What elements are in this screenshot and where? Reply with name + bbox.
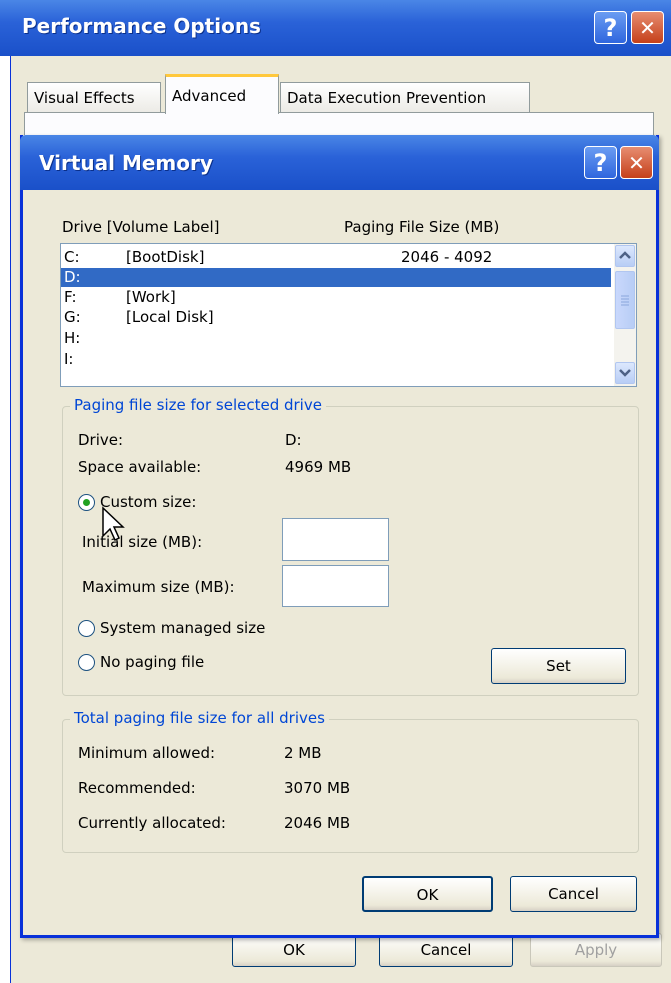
vm-title: Virtual Memory — [39, 151, 213, 175]
no-paging-file-radio[interactable] — [78, 654, 95, 671]
perf-ok-button[interactable]: OK — [232, 933, 356, 967]
drive-list[interactable]: C: [BootDisk] 2046 - 4092 D: F: [Work] G… — [60, 243, 637, 387]
selected-drive-group-legend: Paging file size for selected drive — [70, 396, 326, 414]
scroll-down-button[interactable] — [615, 362, 635, 384]
tab-data-execution-prevention[interactable]: Data Execution Prevention — [280, 82, 530, 112]
list-header-drive: Drive [Volume Label] — [62, 218, 220, 236]
perf-close-button[interactable]: ✕ — [631, 11, 664, 44]
vm-close-button[interactable]: ✕ — [620, 146, 653, 179]
drive-list-row[interactable]: G: [Local Disk] — [61, 308, 611, 327]
grip-icon — [621, 295, 629, 306]
scroll-thumb[interactable] — [615, 271, 635, 329]
minimum-allowed-value: 2 MB — [284, 744, 322, 762]
no-paging-file-label[interactable]: No paging file — [100, 653, 204, 671]
recommended-label: Recommended: — [78, 779, 196, 797]
space-available-value: 4969 MB — [285, 458, 352, 476]
drive-list-row[interactable]: F: [Work] — [61, 288, 611, 307]
tab-advanced-label: Advanced — [172, 87, 247, 105]
drive-list-scrollbar[interactable] — [614, 244, 636, 386]
list-header-size: Paging File Size (MB) — [344, 218, 500, 236]
chevron-up-icon — [619, 251, 631, 259]
recommended-value: 3070 MB — [284, 779, 351, 797]
initial-size-input[interactable] — [282, 518, 389, 561]
total-paging-group-legend: Total paging file size for all drives — [70, 709, 329, 727]
drive-letter: G: — [64, 308, 81, 326]
drive-list-row[interactable]: I: — [61, 350, 611, 369]
drive-paging-size: 2046 - 4092 — [401, 248, 493, 266]
radio-dot-icon — [83, 499, 90, 506]
currently-allocated-value: 2046 MB — [284, 814, 351, 832]
system-managed-label[interactable]: System managed size — [100, 619, 265, 637]
perf-titlebar: Performance Options ? ✕ — [0, 0, 671, 56]
drive-letter: H: — [64, 329, 81, 347]
drive-letter: C: — [64, 248, 80, 266]
maximum-size-input[interactable] — [282, 565, 389, 607]
perf-title: Performance Options — [22, 14, 261, 38]
chevron-down-icon — [619, 369, 631, 377]
perf-cancel-button[interactable]: Cancel — [379, 933, 513, 967]
perf-apply-button[interactable]: Apply — [530, 933, 662, 967]
mouse-cursor-icon — [102, 506, 125, 542]
drive-letter: F: — [64, 288, 77, 306]
tab-visual-effects-label: Visual Effects — [34, 89, 135, 107]
drive-list-row[interactable]: C: [BootDisk] 2046 - 4092 — [61, 248, 611, 267]
tab-dep-label: Data Execution Prevention — [287, 89, 487, 107]
vm-help-button[interactable]: ? — [584, 146, 617, 179]
currently-allocated-label: Currently allocated: — [78, 814, 226, 832]
tab-visual-effects[interactable]: Visual Effects — [27, 82, 161, 112]
maximum-size-label: Maximum size (MB): — [82, 578, 235, 596]
scroll-up-button[interactable] — [615, 245, 635, 267]
vm-cancel-button[interactable]: Cancel — [510, 876, 637, 912]
drive-value: D: — [285, 431, 302, 449]
minimum-allowed-label: Minimum allowed: — [78, 744, 216, 762]
space-available-label: Space available: — [78, 458, 202, 476]
vm-ok-button[interactable]: OK — [362, 876, 493, 912]
drive-volume-label: [Local Disk] — [126, 308, 214, 326]
drive-list-row[interactable]: H: — [61, 329, 611, 348]
drive-letter: D: — [64, 268, 81, 286]
vm-titlebar: Virtual Memory ? ✕ — [20, 135, 659, 190]
drive-list-row-selected[interactable]: D: — [61, 268, 611, 287]
drive-letter: I: — [64, 350, 74, 368]
set-button[interactable]: Set — [491, 648, 626, 684]
drive-volume-label: [BootDisk] — [126, 248, 205, 266]
drive-label: Drive: — [78, 431, 124, 449]
perf-help-button[interactable]: ? — [594, 11, 627, 44]
drive-volume-label: [Work] — [126, 288, 176, 306]
system-managed-radio[interactable] — [78, 620, 95, 637]
tab-advanced[interactable]: Advanced — [165, 74, 279, 114]
custom-size-radio[interactable] — [78, 494, 95, 511]
